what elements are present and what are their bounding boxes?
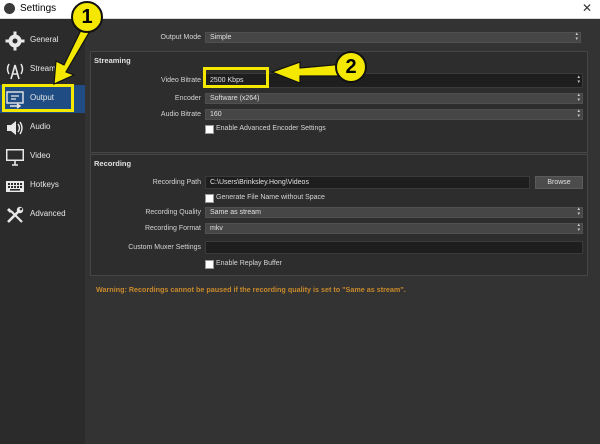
gear-icon <box>5 31 25 51</box>
output-mode-select[interactable]: Simple ▴ ▾ <box>205 32 581 43</box>
recording-quality-label: Recording Quality <box>145 209 201 216</box>
replay-buffer-checkbox[interactable] <box>205 260 214 269</box>
audio-bitrate-value: 160 <box>210 111 222 118</box>
encoder-label: Encoder <box>174 95 201 102</box>
output-highlight-box <box>2 84 74 112</box>
sidebar-item-label: Audio <box>30 122 51 131</box>
spin-arrows-icon: ▴ ▾ <box>575 31 578 42</box>
replay-buffer-label: Enable Replay Buffer <box>216 260 283 267</box>
settings-main-panel: Output Mode Simple ▴ ▾ Streaming Video Bi… <box>85 19 600 444</box>
sidebar-item-label: Video <box>30 151 51 160</box>
spin-arrows-icon: ▴ ▾ <box>577 108 580 119</box>
no-space-checkbox[interactable] <box>205 194 214 203</box>
recording-format-select[interactable]: mkv ▴ ▾ <box>205 223 583 234</box>
browse-button[interactable]: Browse <box>535 176 583 189</box>
video-bitrate-label: Video Bitrate <box>161 77 201 84</box>
speaker-icon <box>5 118 25 138</box>
audio-bitrate-label: Audio Bitrate <box>160 111 201 118</box>
recording-path-value: C:\Users\Brinksley.Hong\Videos <box>210 179 309 186</box>
recording-title: Recording <box>94 159 132 168</box>
sidebar-item-label: Advanced <box>30 209 66 218</box>
recording-format-value: mkv <box>210 225 223 232</box>
window-title: Settings <box>20 3 57 14</box>
spin-arrows-icon[interactable]: ▴ ▾ <box>577 75 580 85</box>
recording-path-label: Recording Path <box>152 179 201 186</box>
advanced-encoder-checkbox[interactable] <box>205 125 214 134</box>
custom-muxer-input[interactable] <box>205 241 583 254</box>
spin-arrows-icon: ▴ ▾ <box>577 222 580 233</box>
output-mode-label: Output Mode <box>160 34 201 41</box>
sidebar-item-general[interactable]: General <box>0 27 85 55</box>
no-space-label: Generate File Name without Space <box>216 194 325 201</box>
sidebar-item-video[interactable]: Video <box>0 143 85 171</box>
video-bitrate-highlight-box <box>203 67 269 88</box>
recording-warning: Warning: Recordings cannot be paused if … <box>96 285 406 294</box>
callout-2-badge: 2 <box>335 51 367 83</box>
output-mode-value: Simple <box>210 34 232 41</box>
audio-bitrate-select[interactable]: 160 ▴ ▾ <box>205 109 583 120</box>
custom-muxer-label: Custom Muxer Settings <box>128 244 201 251</box>
settings-sidebar: General Stream Output Audio Video Hotkey… <box>0 19 85 444</box>
monitor-icon <box>5 147 25 167</box>
sidebar-item-label: Hotkeys <box>30 180 59 189</box>
obs-logo-icon <box>4 3 15 14</box>
spin-arrows-icon: ▴ ▾ <box>577 206 580 217</box>
sidebar-item-label: General <box>30 35 59 44</box>
wrench-screwdriver-icon <box>5 205 25 225</box>
recording-quality-value: Same as stream <box>210 209 261 216</box>
recording-group: Recording Recording Path C:\Users\Brinks… <box>90 154 588 276</box>
sidebar-item-label: Stream <box>30 64 56 73</box>
keyboard-icon <box>5 176 25 196</box>
close-icon[interactable]: ✕ <box>582 1 592 15</box>
sidebar-item-hotkeys[interactable]: Hotkeys <box>0 172 85 200</box>
streaming-title: Streaming <box>94 56 131 65</box>
sidebar-item-audio[interactable]: Audio <box>0 114 85 142</box>
sidebar-item-stream[interactable]: Stream <box>0 56 85 84</box>
advanced-encoder-label: Enable Advanced Encoder Settings <box>216 125 326 132</box>
spin-arrows-icon: ▴ ▾ <box>577 92 580 103</box>
sidebar-item-advanced[interactable]: Advanced <box>0 201 85 229</box>
encoder-select[interactable]: Software (x264) ▴ ▾ <box>205 93 583 104</box>
encoder-value: Software (x264) <box>210 95 260 102</box>
callout-1-badge: 1 <box>71 1 103 33</box>
recording-path-input[interactable]: C:\Users\Brinksley.Hong\Videos <box>205 176 530 189</box>
antenna-icon <box>5 60 25 80</box>
recording-format-label: Recording Format <box>144 225 201 232</box>
recording-quality-select[interactable]: Same as stream ▴ ▾ <box>205 207 583 218</box>
